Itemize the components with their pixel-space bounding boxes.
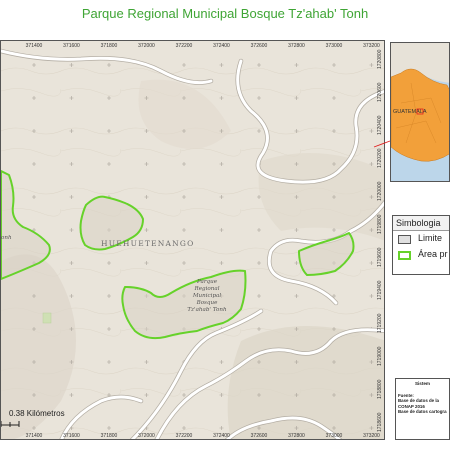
easting-tick-label: 372400 [213,433,230,439]
legend-swatch-area [398,251,411,260]
easting-tick-label: 373000 [325,433,343,439]
hillshade-patch [227,326,384,439]
easting-tick-label: 372800 [288,43,305,49]
easting-tick-label: 372200 [175,433,193,439]
legend-item-limite: Limite [393,231,449,247]
easting-tick-label: 371600 [63,433,80,439]
sources-panel: Sistem Fuente: Base de datos de la CONAP… [395,378,450,440]
easting-tick-label: 372400 [213,43,230,49]
northing-tick-label: 1719800 [377,214,383,234]
region-label: HUEHUETENANGO [101,239,195,248]
northing-tick-label: 1720800 [377,49,383,69]
legend-panel: Simbologia Limite Área pr [392,215,450,275]
easting-tick-label: 372600 [250,433,268,439]
sources-heading: Sistem [414,381,431,386]
legend-swatch-limite [398,235,411,244]
easting-tick-label: 372000 [138,433,155,439]
easting-tick-label: 372000 [138,43,155,49]
northing-tick-label: 1719400 [377,280,383,300]
northing-tick-label: 1720000 [377,181,383,201]
northing-tick-label: 1719200 [377,313,383,333]
easting-tick-label: 372800 [288,433,305,439]
small-field [42,312,52,324]
easting-tick-label: 373200 [363,43,380,49]
northing-tick-label: 1720400 [377,115,383,135]
easting-tick-label: 371400 [25,43,43,49]
easting-tick-label: 373000 [325,43,343,49]
easting-tick-label: 371800 [100,433,118,439]
easting-tick-label: 372600 [250,43,268,49]
northing-tick-label: 1720600 [377,82,383,102]
sources-line: Base de datos cartogra [398,409,447,414]
legend-heading: Simbologia [393,216,449,231]
easting-tick-label: 373200 [363,433,380,439]
locator-pointer-line [373,140,391,148]
legend-item-area: Área pr [393,247,449,263]
northing-tick-label: 1719600 [377,247,383,267]
northing-tick-label: 1718800 [377,379,383,399]
park-label: Parque Regional Municipal Bosque Tz'ahab… [187,279,227,313]
inset-canvas: GUATEMALA [391,43,449,181]
northing-tick-label: 1719000 [377,346,383,366]
easting-tick-label: 371600 [63,43,80,49]
map-title: Parque Regional Municipal Bosque Tz'ahab… [81,6,369,21]
easting-tick-label: 371400 [25,433,43,439]
scale-bar-label: 0.38 Kilómetros [9,409,65,418]
easting-tick-label: 371800 [100,43,118,49]
scale-bar [1,421,20,427]
main-map[interactable]: 371400 371600 371800 372000 372200 372400 3726… [0,40,385,440]
small-area-label: onh [1,235,12,241]
easting-tick-label: 372200 [175,43,193,49]
northing-tick-label: 1718600 [377,412,383,432]
locator-inset-map[interactable]: GUATEMALA [390,42,450,182]
